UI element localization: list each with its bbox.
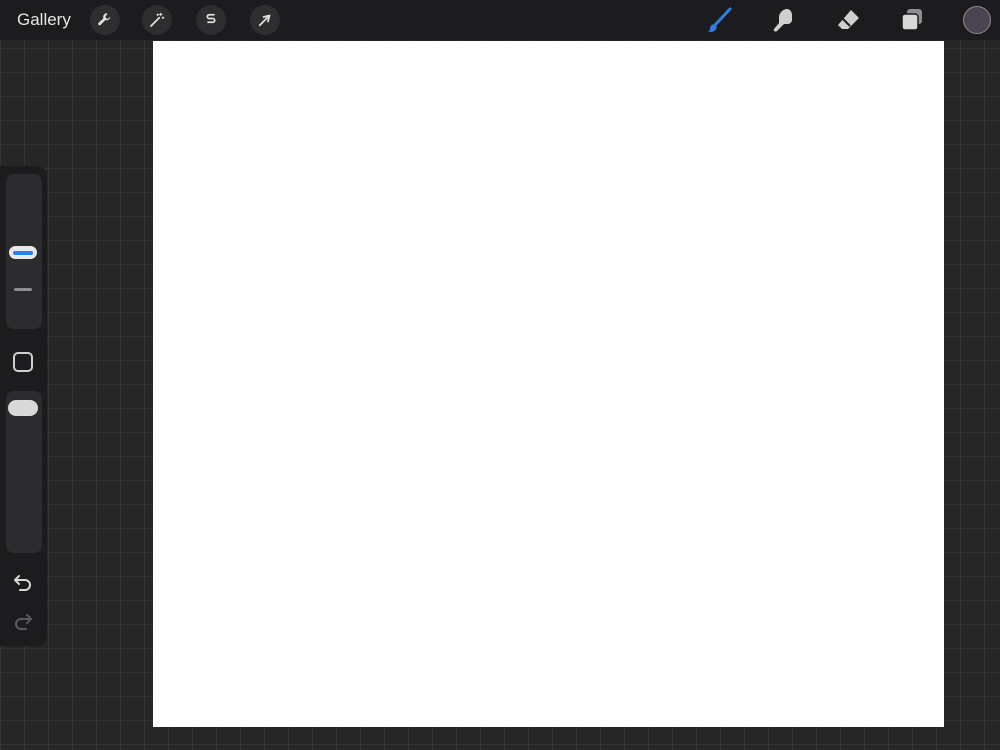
smudge-finger-icon — [773, 9, 792, 32]
layers-icon — [901, 9, 922, 31]
undo-button[interactable] — [11, 571, 35, 595]
selection-s-icon — [206, 13, 216, 24]
redo-icon — [15, 614, 32, 630]
smudge-tool[interactable] — [769, 6, 797, 34]
wrench-icon — [98, 13, 111, 26]
redo-button[interactable] — [11, 610, 35, 634]
brush-icon — [708, 7, 732, 33]
brush-tool[interactable] — [705, 6, 733, 34]
adjustments-button[interactable] — [142, 5, 172, 35]
eraser-icon — [838, 10, 859, 29]
transform-button[interactable] — [250, 5, 280, 35]
modify-button[interactable] — [13, 352, 33, 372]
brush-size-handle[interactable] — [9, 246, 37, 259]
arrow-cursor-icon — [258, 14, 271, 27]
opacity-handle[interactable] — [8, 400, 38, 416]
gallery-button[interactable]: Gallery — [17, 10, 71, 30]
brush-size-indicator — [13, 250, 33, 255]
drawing-canvas[interactable] — [153, 41, 944, 727]
top-toolbar: Gallery — [0, 0, 1000, 40]
layers-button[interactable] — [898, 6, 926, 34]
brush-size-preset-mark — [14, 288, 32, 291]
eraser-tool[interactable] — [834, 6, 862, 34]
undo-icon — [14, 575, 31, 591]
left-sidebar — [0, 166, 47, 646]
color-picker-button[interactable] — [963, 6, 991, 34]
selection-button[interactable] — [196, 5, 226, 35]
actions-button[interactable] — [90, 5, 120, 35]
magic-wand-icon — [150, 12, 165, 27]
